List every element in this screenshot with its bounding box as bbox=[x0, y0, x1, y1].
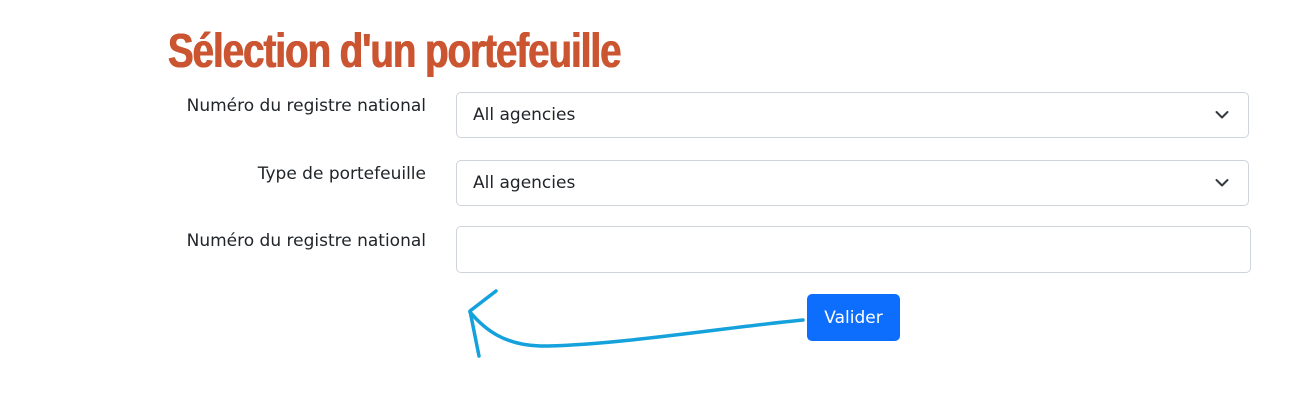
national-register-input[interactable] bbox=[456, 226, 1251, 273]
national-register-input-label: Numéro du registre national bbox=[186, 231, 426, 251]
portfolio-type-label: Type de portefeuille bbox=[257, 164, 426, 184]
portfolio-type-select-value: All agencies bbox=[473, 173, 576, 193]
page-title: Sélection d'un portefeuille bbox=[168, 25, 622, 78]
chevron-down-icon bbox=[1214, 107, 1230, 123]
national-register-label: Numéro du registre national bbox=[186, 96, 426, 116]
page: Sélection d'un portefeuille Numéro du re… bbox=[0, 0, 1307, 414]
national-register-select-value: All agencies bbox=[473, 105, 576, 125]
submit-button[interactable]: Valider bbox=[807, 294, 900, 341]
chevron-down-icon bbox=[1214, 175, 1230, 191]
national-register-select[interactable]: All agencies bbox=[456, 92, 1249, 138]
portfolio-type-select[interactable]: All agencies bbox=[456, 160, 1249, 206]
